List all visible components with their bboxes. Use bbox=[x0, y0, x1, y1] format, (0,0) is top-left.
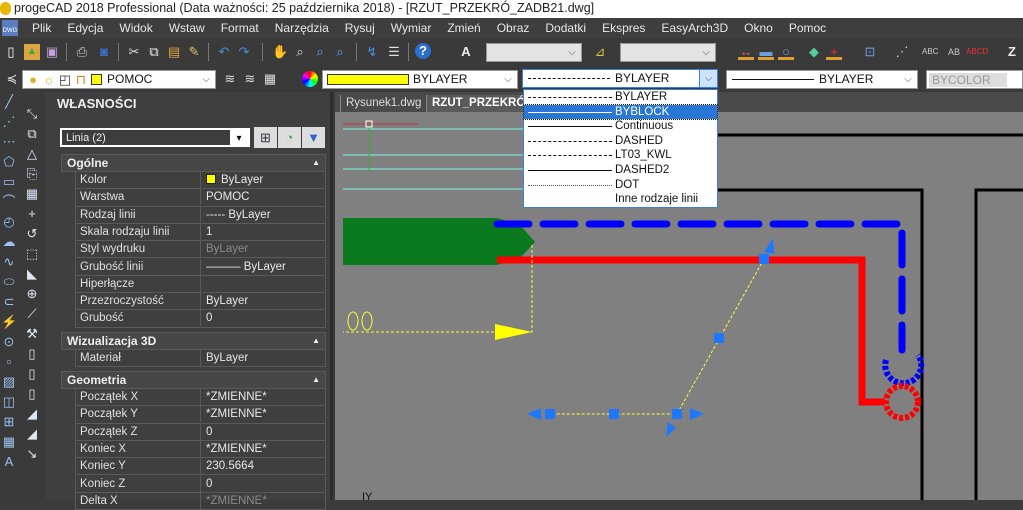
grip-square[interactable] bbox=[609, 409, 619, 419]
yellow-symbol bbox=[347, 311, 359, 331]
grip-square[interactable] bbox=[672, 409, 682, 419]
grip-arrow-up[interactable] bbox=[764, 238, 774, 254]
selected-yellow-line bbox=[550, 258, 765, 415]
grip-square[interactable] bbox=[545, 409, 555, 419]
grip-square[interactable] bbox=[714, 333, 724, 343]
red-pipe bbox=[497, 256, 885, 406]
linetype-sample bbox=[528, 97, 612, 98]
linetype-dropdown-list: BYLAYER BYBLOCK Continuous DASHED LT03_KWL DA… bbox=[523, 89, 718, 208]
drawing-svg: IY bbox=[343, 120, 1023, 500]
linetype-sample bbox=[528, 169, 612, 171]
ucs-y-label: IY bbox=[362, 491, 373, 500]
linetype-option[interactable]: Continuous bbox=[524, 119, 717, 134]
grip-arrow-left[interactable] bbox=[527, 408, 541, 420]
linetype-sample bbox=[528, 155, 612, 157]
yellow-symbol bbox=[361, 311, 373, 331]
linetype-sample bbox=[528, 126, 612, 128]
linetype-sample bbox=[528, 111, 612, 113]
yellow-arrow-head bbox=[495, 324, 532, 340]
linetype-option[interactable]: DASHED2 bbox=[524, 163, 717, 178]
linetype-sample bbox=[528, 184, 612, 186]
linetype-option[interactable]: BYBLOCK bbox=[523, 103, 718, 121]
wall-line bbox=[974, 188, 1023, 500]
linetype-sample bbox=[528, 140, 612, 142]
blue-dashed-pipe bbox=[493, 220, 906, 354]
linetype-option[interactable]: Inne rodzaje linii bbox=[524, 192, 717, 207]
red-pipe-riser bbox=[883, 383, 921, 421]
grip-square[interactable] bbox=[759, 254, 769, 264]
wall-line bbox=[717, 188, 924, 500]
grip-arrow-right[interactable] bbox=[690, 408, 704, 420]
linetype-option[interactable]: DASHED bbox=[524, 134, 717, 149]
linetype-option[interactable]: BYLAYER bbox=[524, 90, 717, 105]
linetype-option[interactable]: LT03_KWL bbox=[524, 148, 717, 163]
linetype-option[interactable]: DOT bbox=[524, 178, 717, 193]
blue-pipe-bend bbox=[882, 353, 925, 387]
grip-arrow-down[interactable] bbox=[666, 422, 676, 437]
